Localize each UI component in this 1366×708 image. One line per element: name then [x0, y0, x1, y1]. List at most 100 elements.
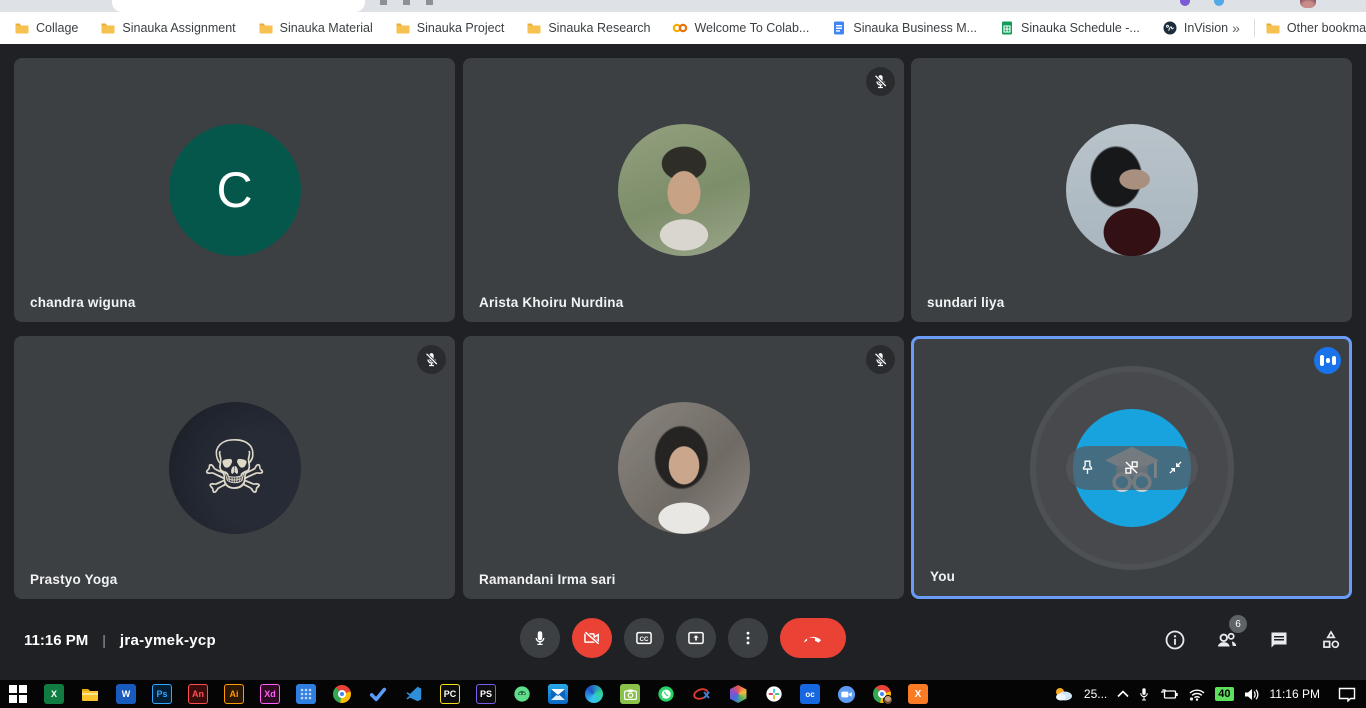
present-button[interactable]: [676, 618, 716, 658]
meeting-details-button[interactable]: [1162, 627, 1188, 653]
bookmarks-bar-right: » Other bookmarks: [1228, 19, 1366, 37]
tray-chevron-icon[interactable]: [1117, 690, 1129, 698]
fullscreen-exit-icon[interactable]: [1164, 456, 1188, 480]
tray-mic-icon[interactable]: [1139, 687, 1149, 702]
chrome-profile-icon[interactable]: [872, 684, 892, 704]
weather-temp[interactable]: 25...: [1084, 687, 1107, 701]
extension-icon[interactable]: [403, 0, 410, 5]
bookmark-label: Sinauka Material: [280, 21, 373, 35]
photoshop-icon[interactable]: Ps: [152, 684, 172, 704]
photo-avatar: [618, 124, 750, 256]
slack-icon[interactable]: [764, 684, 784, 704]
green-camera-icon[interactable]: [620, 684, 640, 704]
captions-button[interactable]: CC: [624, 618, 664, 658]
audio-level-icon: [1314, 347, 1341, 374]
extension-icon[interactable]: [380, 0, 387, 5]
bookmark-welcome-to-colab[interactable]: Welcome To Colab...: [672, 20, 809, 36]
taskbar-apps: X W Ps An Ai Xd PC PS oc X: [0, 684, 928, 704]
hexagon-app-icon[interactable]: [728, 684, 748, 704]
animate-icon[interactable]: An: [188, 684, 208, 704]
hang-up-button[interactable]: [780, 618, 846, 658]
extension-icon[interactable]: [426, 0, 433, 5]
tray-clock[interactable]: 11:16 PM: [1270, 687, 1320, 701]
bookmarks-bar: Collage Sinauka Assignment Sinauka Mater…: [0, 12, 1366, 44]
extension-icon[interactable]: [1214, 0, 1224, 6]
bookmark-sinauka-schedule[interactable]: Sinauka Schedule -...: [999, 20, 1140, 36]
participant-tile-prastyo[interactable]: ☠ Prastyo Yoga: [14, 336, 455, 599]
more-vert-icon: [739, 629, 757, 647]
mic-off-icon: [866, 67, 895, 96]
android-icon[interactable]: [512, 684, 532, 704]
battery-icon[interactable]: [1159, 688, 1179, 700]
address-bar-fragment[interactable]: [112, 0, 365, 12]
bookmark-label: InVision: [1184, 21, 1228, 35]
word-icon[interactable]: W: [116, 684, 136, 704]
activities-button[interactable]: [1318, 627, 1344, 653]
xampp-icon[interactable]: X: [908, 684, 928, 704]
meet-bottom-bar: 11:16 PM | jra-ymek-ycp CC: [0, 600, 1366, 680]
mic-icon: [531, 629, 549, 647]
bookmark-label: Sinauka Research: [548, 21, 650, 35]
bookmark-sinauka-assignment[interactable]: Sinauka Assignment: [100, 20, 235, 36]
phpstorm-icon[interactable]: PS: [476, 684, 496, 704]
camera-off-button[interactable]: [572, 618, 612, 658]
bookmark-sinauka-project[interactable]: Sinauka Project: [395, 20, 505, 36]
start-button-icon[interactable]: [8, 684, 28, 704]
whatsapp-icon[interactable]: [656, 684, 676, 704]
invision-icon: [1162, 20, 1178, 36]
avatar-letter: C: [216, 161, 252, 219]
participant-tile-sundari[interactable]: sundari liya: [911, 58, 1352, 322]
call-controls: CC: [520, 618, 846, 658]
bookmark-label: Sinauka Project: [417, 21, 505, 35]
oc-app-icon[interactable]: oc: [800, 684, 820, 704]
photo-avatar: ☠: [169, 402, 301, 534]
other-bookmarks-button[interactable]: Other bookmarks: [1265, 20, 1366, 36]
bookmark-sinauka-research[interactable]: Sinauka Research: [526, 20, 650, 36]
participant-tile-chandra[interactable]: C chandra wiguna: [14, 58, 455, 322]
edge-icon[interactable]: [584, 684, 604, 704]
bookmark-label: Sinauka Assignment: [122, 21, 235, 35]
bookmark-invision[interactable]: InVision: [1162, 20, 1228, 36]
meet-camera-icon[interactable]: [836, 684, 856, 704]
blue-grid-app-icon[interactable]: [296, 684, 316, 704]
speaker-icon[interactable]: [1244, 688, 1260, 701]
bookmark-label: Welcome To Colab...: [694, 21, 809, 35]
chrome-icon[interactable]: [332, 684, 352, 704]
pycharm-icon[interactable]: PC: [440, 684, 460, 704]
bookmark-sinauka-material[interactable]: Sinauka Material: [258, 20, 373, 36]
mic-button[interactable]: [520, 618, 560, 658]
pin-icon[interactable]: [1076, 456, 1100, 480]
extension-icon[interactable]: [1180, 0, 1190, 6]
bookmark-sinauka-business[interactable]: Sinauka Business M...: [831, 20, 977, 36]
bookmarks-overflow-chevron[interactable]: »: [1228, 20, 1244, 36]
profile-avatar[interactable]: [1300, 0, 1316, 8]
file-explorer-icon[interactable]: [80, 684, 100, 704]
skeleton-glyph: ☠: [201, 431, 267, 505]
mail-icon[interactable]: [548, 684, 568, 704]
participant-tile-ramandani[interactable]: Ramandani Irma sari: [463, 336, 904, 599]
chat-button[interactable]: [1266, 627, 1292, 653]
illustrator-icon[interactable]: Ai: [224, 684, 244, 704]
more-options-button[interactable]: [728, 618, 768, 658]
grid-off-icon[interactable]: [1120, 456, 1144, 480]
participant-count-badge: 6: [1229, 615, 1247, 633]
vscode-icon[interactable]: [404, 684, 424, 704]
participants-button[interactable]: 6: [1214, 627, 1240, 653]
battery-percent-badge[interactable]: 40: [1215, 687, 1233, 701]
participant-tile-you[interactable]: You: [911, 336, 1352, 599]
other-bookmarks-label: Other bookmarks: [1287, 21, 1366, 35]
excel-icon[interactable]: X: [44, 684, 64, 704]
gdocs-icon: [831, 20, 847, 36]
participant-name: Arista Khoiru Nurdina: [479, 295, 623, 310]
bookmark-collage[interactable]: Collage: [14, 20, 78, 36]
adobe-xd-icon[interactable]: Xd: [260, 684, 280, 704]
wifi-icon[interactable]: [1189, 688, 1205, 701]
weather-icon[interactable]: [1052, 686, 1074, 702]
action-center-icon[interactable]: [1338, 687, 1356, 702]
participant-tile-arista[interactable]: Arista Khoiru Nurdina: [463, 58, 904, 322]
panel-controls: 6: [1162, 600, 1344, 680]
todo-check-icon[interactable]: [368, 684, 388, 704]
bookmark-label: Sinauka Schedule -...: [1021, 21, 1140, 35]
screen-recorder-icon[interactable]: [692, 684, 712, 704]
bookmark-label: Collage: [36, 21, 78, 35]
